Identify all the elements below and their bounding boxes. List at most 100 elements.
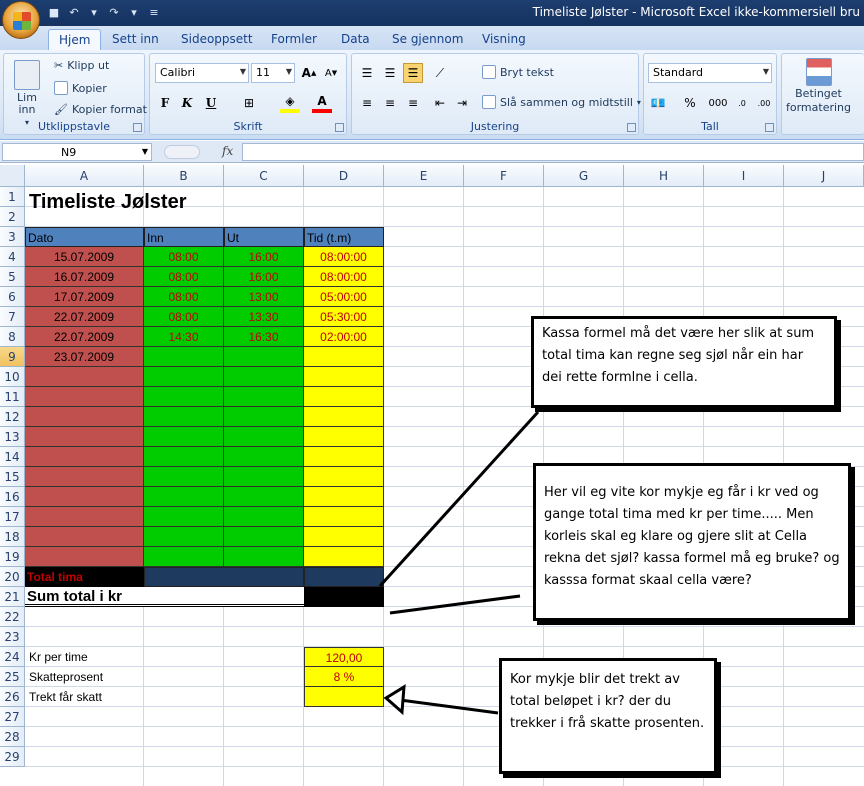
align-middle-icon[interactable]: ☰ bbox=[380, 63, 400, 83]
decrease-decimal-icon[interactable]: .00 bbox=[754, 93, 774, 113]
total-tima-value[interactable] bbox=[304, 567, 384, 587]
date-cell[interactable] bbox=[25, 547, 144, 567]
row-header-19[interactable]: 19 bbox=[0, 547, 25, 567]
formula-input[interactable] bbox=[242, 143, 864, 161]
duration-cell[interactable] bbox=[304, 367, 384, 387]
format-painter-button[interactable]: 🖌 Kopier format bbox=[54, 103, 147, 116]
clipboard-launcher-icon[interactable] bbox=[133, 123, 142, 132]
date-cell[interactable] bbox=[25, 367, 144, 387]
name-box[interactable]: N9 ▼ bbox=[2, 143, 152, 161]
merge-center-button[interactable]: Slå sammen og midtstill ▾ bbox=[482, 95, 641, 109]
font-size-select[interactable]: 11 ▼ bbox=[251, 63, 295, 83]
font-launcher-icon[interactable] bbox=[335, 123, 344, 132]
redo-icon[interactable]: ↷ bbox=[106, 4, 122, 20]
row-header-5[interactable]: 5 bbox=[0, 267, 25, 287]
tab-sett-inn[interactable]: Sett inn bbox=[102, 29, 169, 50]
redo-dropdown-icon[interactable]: ▾ bbox=[126, 4, 142, 20]
number-launcher-icon[interactable] bbox=[765, 123, 774, 132]
kr-per-time-label[interactable]: Kr per time bbox=[27, 647, 90, 667]
duration-cell[interactable] bbox=[304, 347, 384, 367]
row-header-13[interactable]: 13 bbox=[0, 427, 25, 447]
out-time-cell[interactable]: 16:00 bbox=[224, 247, 304, 267]
row-header-28[interactable]: 28 bbox=[0, 727, 25, 747]
increase-indent-icon[interactable]: ⇥ bbox=[452, 93, 472, 113]
date-cell[interactable] bbox=[25, 427, 144, 447]
column-header-d[interactable]: D bbox=[304, 165, 384, 187]
column-header-i[interactable]: I bbox=[704, 165, 784, 187]
underline-button[interactable]: U bbox=[201, 93, 221, 113]
out-time-cell[interactable]: 16:30 bbox=[224, 327, 304, 347]
date-cell[interactable]: 22.07.2009 bbox=[25, 307, 144, 327]
save-icon[interactable]: ■ bbox=[46, 4, 62, 20]
paste-button[interactable]: Lim inn ▾ bbox=[12, 60, 42, 127]
grow-font-icon[interactable]: A ▲ bbox=[299, 63, 319, 83]
row-header-27[interactable]: 27 bbox=[0, 707, 25, 727]
row-header-18[interactable]: 18 bbox=[0, 527, 25, 547]
align-right-icon[interactable]: ≡ bbox=[403, 93, 423, 113]
number-format-select[interactable]: Standard ▼ bbox=[648, 63, 772, 83]
date-cell[interactable] bbox=[25, 447, 144, 467]
duration-cell[interactable] bbox=[304, 487, 384, 507]
row-header-23[interactable]: 23 bbox=[0, 627, 25, 647]
out-time-cell[interactable] bbox=[224, 387, 304, 407]
row-header-22[interactable]: 22 bbox=[0, 607, 25, 627]
duration-cell[interactable] bbox=[304, 407, 384, 427]
row-header-2[interactable]: 2 bbox=[0, 207, 25, 227]
in-time-cell[interactable] bbox=[144, 387, 224, 407]
date-cell[interactable]: 17.07.2009 bbox=[25, 287, 144, 307]
in-time-cell[interactable] bbox=[144, 527, 224, 547]
formula-bar-expand-icon[interactable] bbox=[164, 145, 200, 159]
in-time-cell[interactable] bbox=[144, 507, 224, 527]
row-header-1[interactable]: 1 bbox=[0, 187, 25, 207]
row-header-20[interactable]: 20 bbox=[0, 567, 25, 587]
out-time-cell[interactable] bbox=[224, 527, 304, 547]
align-bottom-icon[interactable]: ☰ bbox=[403, 63, 423, 83]
in-time-cell[interactable] bbox=[144, 487, 224, 507]
in-time-cell[interactable]: 14:30 bbox=[144, 327, 224, 347]
row-header-12[interactable]: 12 bbox=[0, 407, 25, 427]
duration-cell[interactable] bbox=[304, 527, 384, 547]
row-header-9[interactable]: 9 bbox=[0, 347, 25, 367]
undo-dropdown-icon[interactable]: ▾ bbox=[86, 4, 102, 20]
total-tima-label[interactable]: Total tima bbox=[25, 567, 144, 587]
date-cell[interactable] bbox=[25, 527, 144, 547]
column-header-h[interactable]: H bbox=[624, 165, 704, 187]
in-time-cell[interactable] bbox=[144, 547, 224, 567]
sum-total-value[interactable] bbox=[304, 587, 384, 607]
align-left-icon[interactable]: ≡ bbox=[357, 93, 377, 113]
row-header-16[interactable]: 16 bbox=[0, 487, 25, 507]
row-header-15[interactable]: 15 bbox=[0, 467, 25, 487]
decrease-indent-icon[interactable]: ⇤ bbox=[430, 93, 450, 113]
header-dato[interactable]: Dato bbox=[25, 227, 144, 247]
duration-cell[interactable] bbox=[304, 387, 384, 407]
out-time-cell[interactable] bbox=[224, 447, 304, 467]
out-time-cell[interactable]: 13:30 bbox=[224, 307, 304, 327]
fill-color-icon[interactable]: ◈ bbox=[280, 93, 300, 113]
out-time-cell[interactable] bbox=[224, 507, 304, 527]
duration-cell[interactable]: 05:30:00 bbox=[304, 307, 384, 327]
column-header-j[interactable]: J bbox=[784, 165, 864, 187]
duration-cell[interactable] bbox=[304, 507, 384, 527]
row-header-4[interactable]: 4 bbox=[0, 247, 25, 267]
italic-button[interactable]: K bbox=[177, 93, 197, 113]
column-header-c[interactable]: C bbox=[224, 165, 304, 187]
thousands-button[interactable]: 000 bbox=[706, 93, 730, 113]
column-header-e[interactable]: E bbox=[384, 165, 464, 187]
date-cell[interactable] bbox=[25, 387, 144, 407]
duration-cell[interactable]: 05:00:00 bbox=[304, 287, 384, 307]
in-time-cell[interactable] bbox=[144, 467, 224, 487]
row-header-24[interactable]: 24 bbox=[0, 647, 25, 667]
tab-visning[interactable]: Visning bbox=[472, 29, 536, 50]
currency-icon[interactable]: 💶 bbox=[648, 93, 668, 113]
percent-button[interactable]: % bbox=[680, 93, 700, 113]
column-header-a[interactable]: A bbox=[25, 165, 144, 187]
office-button[interactable] bbox=[2, 1, 40, 39]
date-cell[interactable] bbox=[25, 407, 144, 427]
date-cell[interactable] bbox=[25, 467, 144, 487]
row-header-11[interactable]: 11 bbox=[0, 387, 25, 407]
out-time-cell[interactable]: 16:00 bbox=[224, 267, 304, 287]
duration-cell[interactable] bbox=[304, 467, 384, 487]
in-time-cell[interactable]: 08:00 bbox=[144, 307, 224, 327]
duration-cell[interactable] bbox=[304, 547, 384, 567]
align-center-icon[interactable]: ≡ bbox=[380, 93, 400, 113]
